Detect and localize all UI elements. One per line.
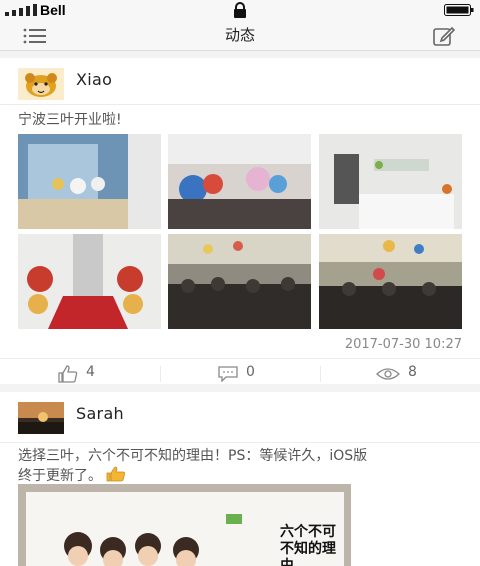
post-timestamp: 2017-07-30 10:27: [344, 337, 462, 352]
party-photo[interactable]: [168, 134, 311, 229]
thumbs-up-emoji-icon: [106, 466, 126, 482]
likes-count: 4: [86, 364, 95, 380]
divider: [160, 366, 161, 382]
compose-icon[interactable]: [432, 25, 456, 47]
divider: [0, 358, 480, 359]
post-text: 宁波三叶开业啦!: [18, 112, 122, 128]
post-text: 选择三叶，六个不可不知的理由！PS：等候许久，iOS版 终于更新了。: [18, 446, 468, 486]
comments-count: 0: [246, 364, 255, 380]
username[interactable]: Xiao: [76, 70, 112, 89]
list-icon[interactable]: [22, 26, 48, 46]
divider: [0, 442, 480, 443]
post-text-line: 选择三叶，六个不可不知的理由！PS：等候许久，iOS版: [18, 448, 368, 464]
lock-icon: [234, 2, 246, 18]
classroom-photo[interactable]: [18, 134, 161, 229]
avatar[interactable]: [18, 402, 64, 434]
carrier-name: Bell: [40, 2, 66, 18]
reception-photo[interactable]: [319, 134, 462, 229]
crowd-balloons-photo[interactable]: [319, 234, 462, 329]
battery-icon: [444, 4, 474, 16]
post-text-line: 终于更新了。: [18, 466, 468, 486]
views-button[interactable]: 8: [376, 364, 436, 384]
post-photo[interactable]: 六个不可不知的理由: [18, 484, 351, 566]
post-card: Sarah 选择三叶，六个不可不知的理由！PS：等候许久，iOS版 终于更新了。…: [0, 392, 480, 566]
status-bar: Bell: [0, 0, 480, 20]
post-card: Xiao 宁波三叶开业啦! 2017-07-30 10:27 4 0 8: [0, 58, 480, 384]
eye-icon: [376, 368, 400, 380]
page-title: 动态: [224, 26, 255, 44]
signal-bars-icon: [5, 4, 37, 16]
comment-button[interactable]: 0: [218, 364, 278, 384]
like-button[interactable]: 4: [58, 364, 118, 384]
crowd-photo[interactable]: [168, 234, 311, 329]
avatar[interactable]: [18, 68, 64, 100]
thumbs-up-icon: [58, 365, 78, 383]
divider: [0, 104, 480, 105]
post-text-line-2: 终于更新了。: [18, 468, 102, 484]
nav-bar: 动态: [0, 20, 480, 51]
flowers-entrance-photo[interactable]: [18, 234, 161, 329]
username[interactable]: Sarah: [76, 404, 124, 423]
divider: [320, 366, 321, 382]
views-count: 8: [408, 364, 417, 380]
photo-caption: 六个不可不知的理由: [280, 524, 336, 566]
comment-icon: [218, 366, 238, 382]
